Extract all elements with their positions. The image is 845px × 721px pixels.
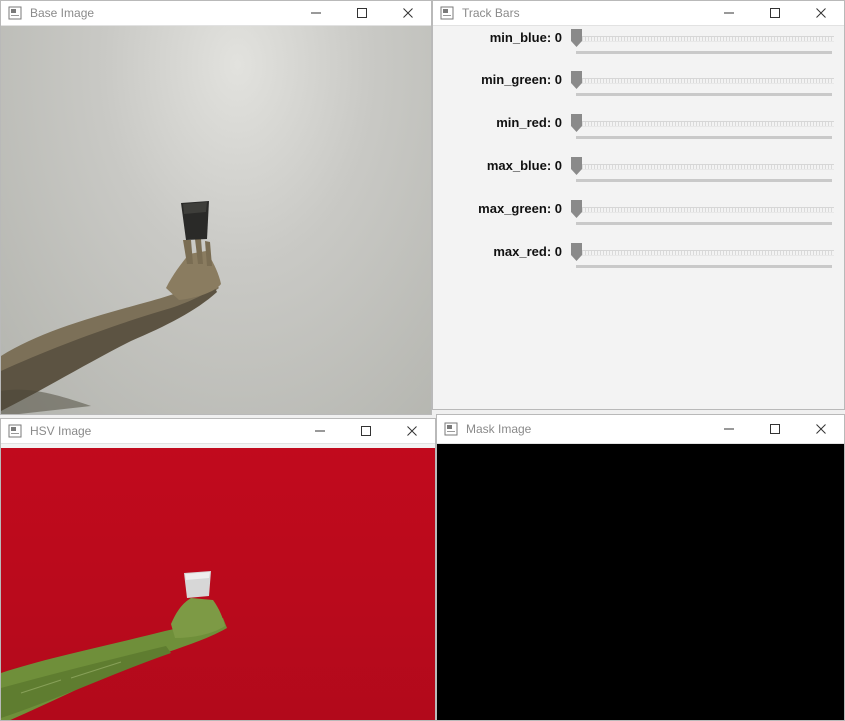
mask-image-titlebar[interactable]: Mask Image [437,415,844,444]
window-title: Mask Image [466,422,532,436]
hsv-image-canvas [1,448,435,720]
maximize-icon [770,424,780,434]
trackbars-titlebar[interactable]: Track Bars [433,1,844,26]
hsv-image-picture [1,571,227,720]
hsv-image-titlebar[interactable]: HSV Image [1,419,435,444]
minimize-button[interactable] [706,417,752,441]
close-icon [816,8,826,18]
trackbar-thumb[interactable] [571,200,582,218]
minimize-button[interactable] [297,419,343,443]
close-button[interactable] [385,1,431,25]
window-title: HSV Image [30,424,92,438]
minimize-icon [315,430,325,432]
trackbar-thumb[interactable] [571,243,582,261]
base-image-titlebar[interactable]: Base Image [1,1,431,26]
maximize-button[interactable] [339,1,385,25]
trackbar-max-blue[interactable]: max_blue: 0 [433,154,844,190]
window-title: Track Bars [462,6,520,20]
close-icon [407,426,417,436]
trackbar-max-red[interactable]: max_red: 0 [433,240,844,276]
trackbar-min-green[interactable]: min_green: 0 [433,68,844,104]
trackbar-thumb[interactable] [571,71,582,89]
app-window-icon [8,6,22,20]
app-window-icon [8,424,22,438]
trackbar-groove[interactable] [576,36,834,42]
trackbar-underline [576,265,832,268]
trackbar-label: max_blue: 0 [486,158,562,173]
close-button[interactable] [798,417,844,441]
close-button[interactable] [798,1,844,25]
minimize-icon [724,12,734,14]
minimize-icon [724,428,734,430]
close-icon [403,8,413,18]
maximize-button[interactable] [343,419,389,443]
window-title: Base Image [30,6,95,20]
trackbar-underline [576,51,832,54]
maximize-icon [770,8,780,18]
close-button[interactable] [389,419,435,443]
trackbar-label: min_blue: 0 [489,30,562,45]
trackbar-label: min_red: 0 [496,115,562,130]
base-image-picture [1,201,221,414]
trackbars-panel: min_blue: 0 min_green: 0 min_red: 0 max_… [433,26,844,409]
trackbar-thumb[interactable] [571,114,582,132]
trackbar-label: max_red: 0 [493,244,562,259]
minimize-icon [311,12,321,14]
trackbar-underline [576,136,832,139]
trackbar-groove[interactable] [576,78,834,84]
hsv-image-window[interactable]: HSV Image [0,418,436,721]
trackbar-max-green[interactable]: max_green: 0 [433,197,844,233]
mask-image-canvas [437,444,844,720]
trackbar-groove[interactable] [576,164,834,170]
app-window-icon [440,6,454,20]
maximize-button[interactable] [752,417,798,441]
trackbar-underline [576,222,832,225]
trackbar-underline [576,179,832,182]
maximize-button[interactable] [752,1,798,25]
trackbar-groove[interactable] [576,121,834,127]
close-icon [816,424,826,434]
trackbar-label: min_green: 0 [481,72,562,87]
trackbar-groove[interactable] [576,207,834,213]
trackbar-thumb[interactable] [571,29,582,47]
app-window-icon [444,422,458,436]
maximize-icon [361,426,371,436]
mask-image-window[interactable]: Mask Image [436,414,845,721]
trackbar-underline [576,93,832,96]
trackbar-thumb[interactable] [571,157,582,175]
base-image-window[interactable]: Base Image [0,0,432,415]
trackbars-window[interactable]: Track Bars min_blue: 0 min_green: 0 min_… [432,0,845,410]
trackbar-groove[interactable] [576,250,834,256]
trackbar-min-red[interactable]: min_red: 0 [433,111,844,147]
base-image-canvas [1,26,431,414]
trackbar-label: max_green: 0 [478,201,562,216]
minimize-button[interactable] [293,1,339,25]
maximize-icon [357,8,367,18]
minimize-button[interactable] [706,1,752,25]
trackbar-min-blue[interactable]: min_blue: 0 [433,26,844,62]
